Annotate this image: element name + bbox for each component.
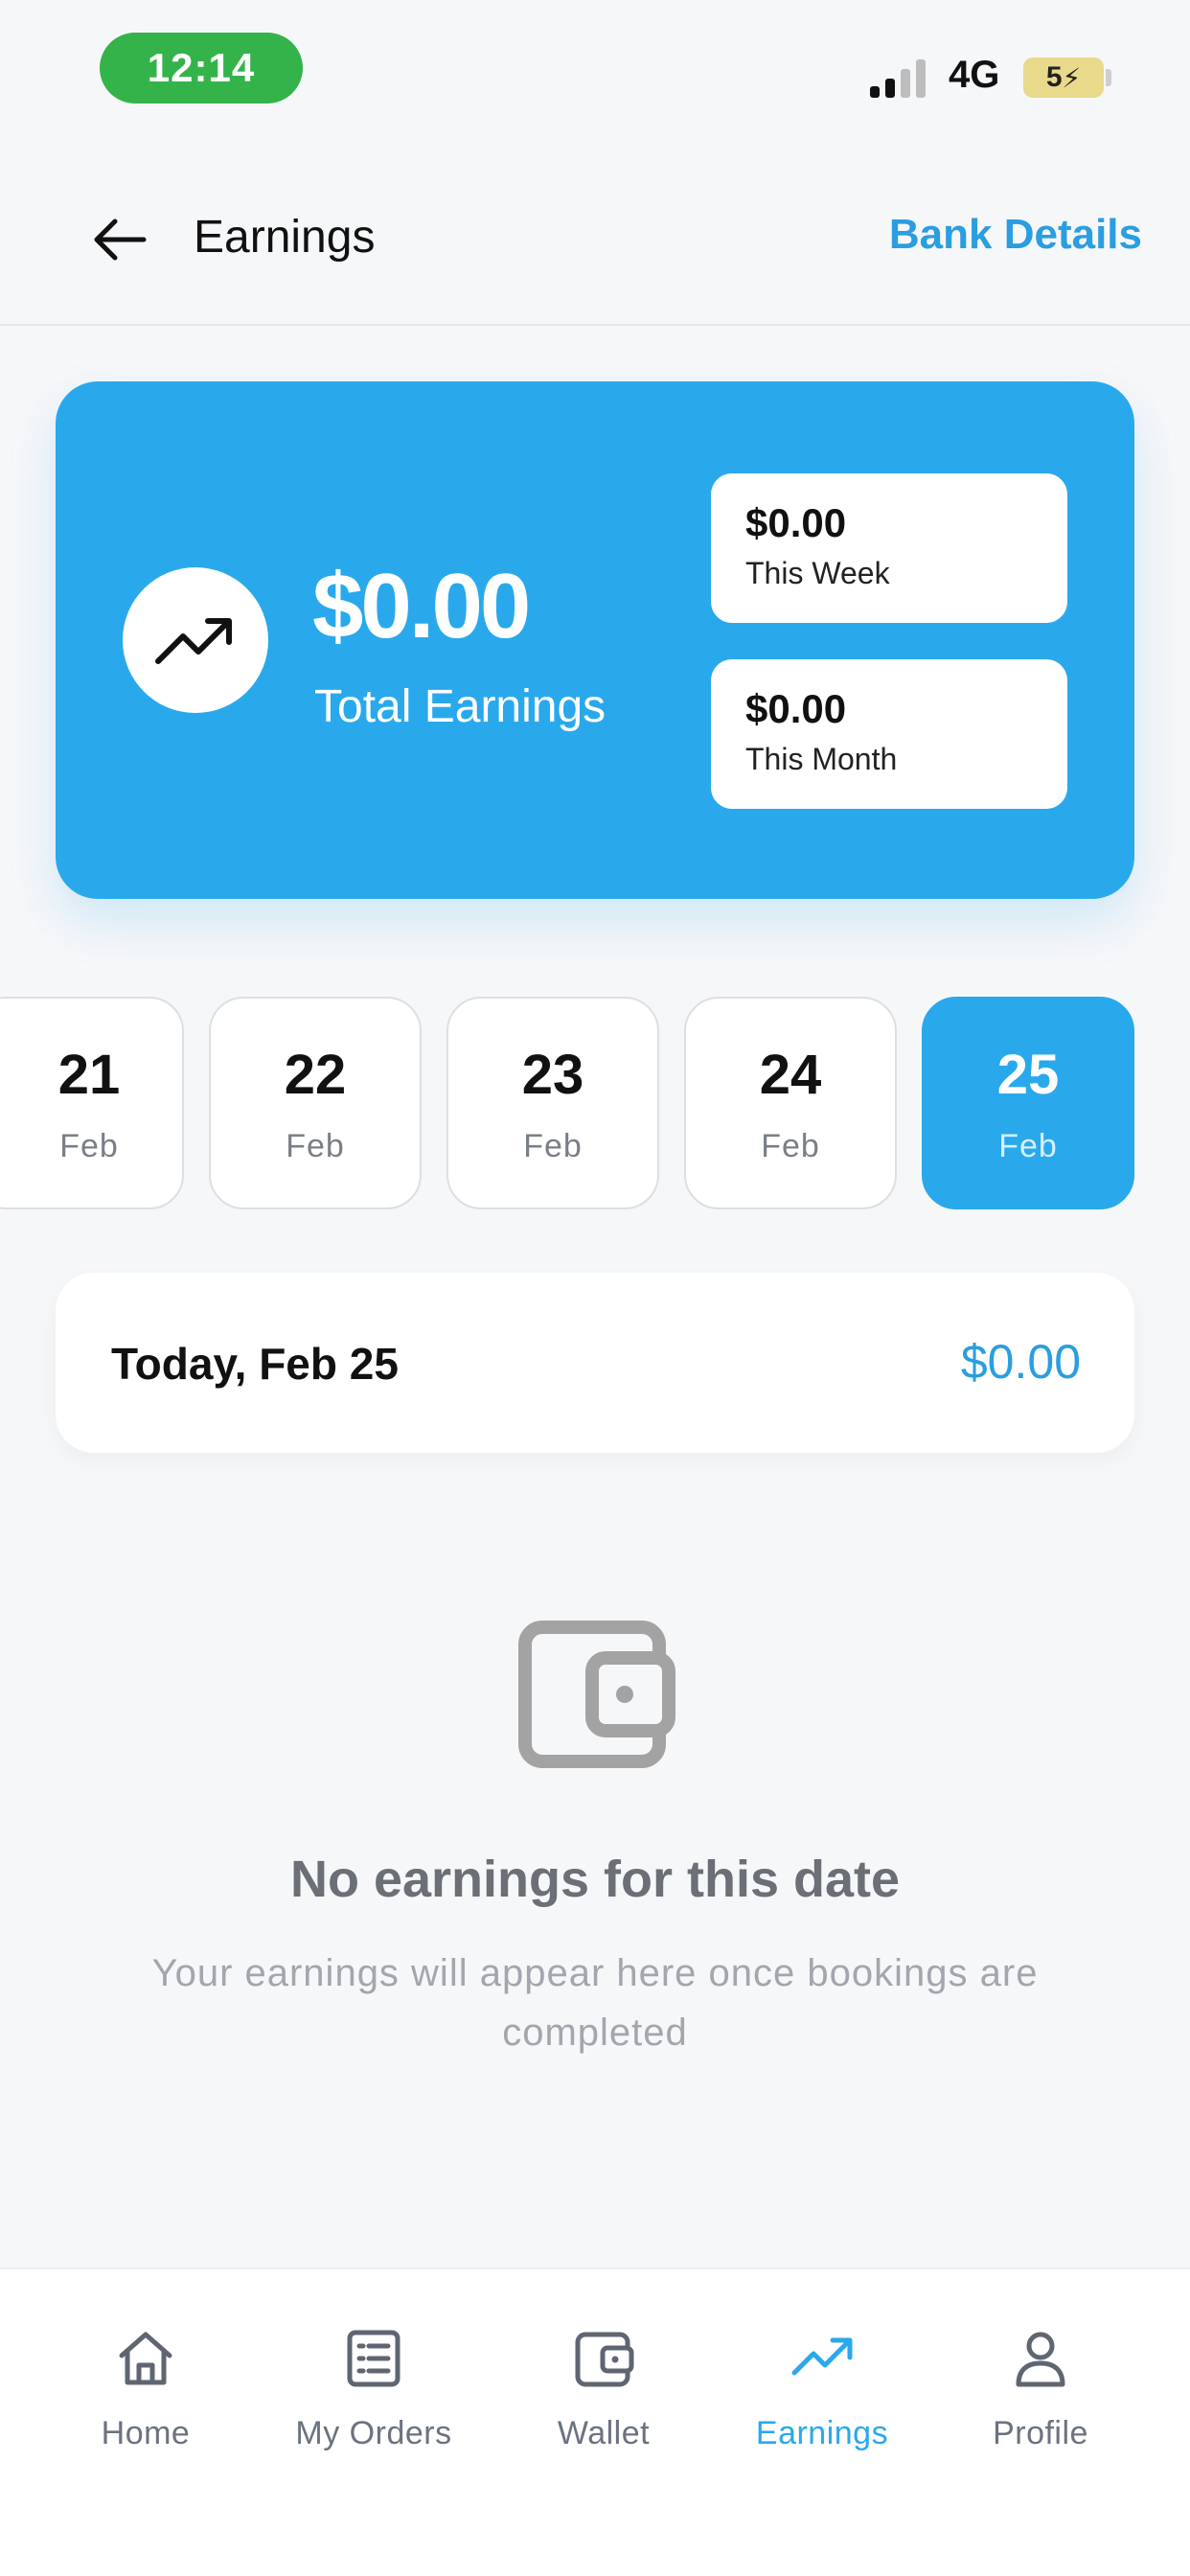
earnings-summary-card: $0.00 Total Earnings $0.00 This Week $0.… [56,381,1134,899]
empty-state-description: Your earnings will appear here once book… [151,1952,1039,2054]
date-card-24[interactable]: 24 Feb [684,997,897,1209]
page-title: Earnings [194,212,376,263]
date-month: Feb [59,1128,119,1164]
date-day: 21 [57,1044,121,1106]
this-month-card: $0.00 This Month [711,659,1067,809]
date-selector[interactable]: 21 Feb 22 Feb 23 Feb 24 Feb 25 Feb [0,997,1190,1211]
this-week-card: $0.00 This Week [711,473,1067,623]
battery-level: 5 [1045,61,1063,93]
arrow-left-icon [94,218,147,261]
this-week-label: This Week [745,556,890,590]
total-earnings-label: Total Earnings [314,681,606,732]
this-month-label: This Month [745,742,898,776]
date-day: 24 [759,1044,822,1106]
wallet-icon [575,2332,634,2387]
nav-label: Profile [993,2415,1088,2451]
selected-day-label: Today, Feb 25 [111,1339,399,1389]
date-card-21[interactable]: 21 Feb [0,997,184,1209]
trending-up-icon [791,2337,853,2376]
date-month: Feb [523,1128,583,1164]
date-month: Feb [286,1128,345,1164]
selected-day-summary: Today, Feb 25 $0.00 [56,1273,1134,1453]
date-card-25-selected[interactable]: 25 Feb [922,997,1134,1209]
date-card-22[interactable]: 22 Feb [209,997,422,1209]
date-day: 25 [996,1044,1060,1106]
status-bar: 12:14 4G 5 ⚡ [0,0,1190,134]
home-icon [119,2332,172,2385]
nav-item-earnings-active[interactable]: Earnings [707,2325,937,2452]
nav-item-wallet[interactable]: Wallet [489,2325,719,2452]
trend-badge [123,567,268,713]
signal-icon [870,59,926,98]
trending-up-icon [155,618,232,664]
profile-icon [1016,2332,1065,2387]
nav-label: Earnings [755,2415,889,2451]
back-button[interactable] [86,206,153,273]
battery-tip [1106,69,1111,86]
nav-item-home[interactable]: Home [31,2325,261,2452]
this-week-amount: $0.00 [745,500,847,545]
empty-state-title: No earnings for this date [289,1851,901,1908]
bank-details-link[interactable]: Bank Details [889,211,1142,259]
bottom-navigation: Home My Orders Wallet Earnings Profile [0,2267,1190,2576]
battery-icon: 5 ⚡ [1023,58,1104,98]
nav-label: Wallet [557,2415,651,2451]
charging-bolt-icon: ⚡ [1062,62,1082,93]
wallet-icon [518,1621,675,1768]
nav-label: My Orders [295,2415,452,2451]
status-time: 12:14 [100,33,303,104]
this-month-amount: $0.00 [745,686,847,731]
orders-list-icon [347,2330,400,2387]
network-type: 4G [949,54,1000,96]
date-day: 22 [284,1044,347,1106]
date-month: Feb [761,1128,820,1164]
nav-item-my-orders[interactable]: My Orders [259,2325,489,2452]
earnings-screen: 12:14 4G 5 ⚡ Earnings Bank Details $0.00… [0,0,1190,2576]
date-card-23[interactable]: 23 Feb [446,997,659,1209]
app-header: Earnings Bank Details [0,163,1190,326]
selected-day-amount: $0.00 [960,1335,1081,1389]
date-month: Feb [998,1128,1058,1164]
total-earnings-amount: $0.00 [312,555,531,657]
nav-item-profile[interactable]: Profile [926,2325,1156,2452]
date-day: 23 [521,1044,584,1106]
nav-label: Home [101,2415,191,2451]
